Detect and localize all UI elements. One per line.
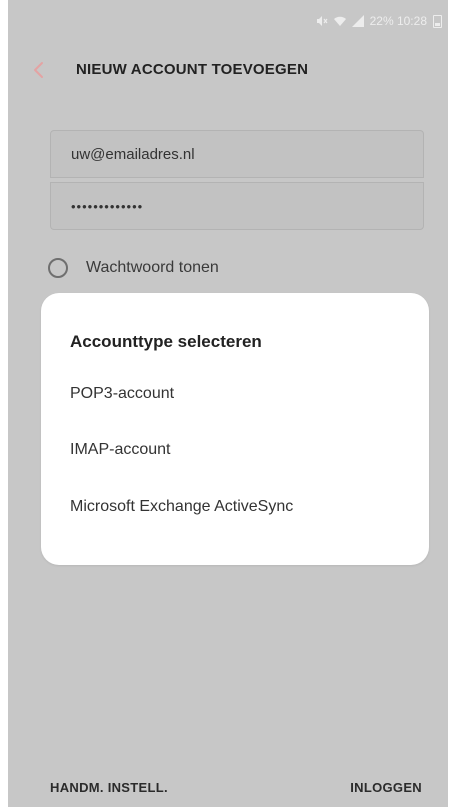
login-button[interactable]: INLOGGEN (350, 780, 422, 795)
battery-icon (433, 14, 442, 28)
password-field[interactable]: ••••••••••••• (50, 182, 424, 230)
screen: 22% 10:28 NIEUW ACCOUNT TOEVOEGEN uw@ema… (8, 0, 448, 807)
show-password-radio[interactable] (48, 258, 68, 278)
option-imap[interactable]: IMAP-account (70, 441, 170, 459)
option-pop3[interactable]: POP3-account (70, 385, 174, 403)
option-exchange-activesync[interactable]: Microsoft Exchange ActiveSync (70, 498, 293, 516)
mute-icon (316, 16, 328, 26)
email-field[interactable]: uw@emailadres.nl (50, 130, 424, 178)
status-bar: 22% 10:28 (8, 0, 448, 40)
email-value: uw@emailadres.nl (71, 145, 195, 163)
status-text: 22% 10:28 (369, 14, 427, 28)
account-type-dialog: Accounttype selecteren POP3-account IMAP… (41, 293, 429, 565)
chevron-left-icon[interactable] (30, 60, 50, 80)
phone-frame: 22% 10:28 NIEUW ACCOUNT TOEVOEGEN uw@ema… (0, 0, 457, 807)
page-title: NIEUW ACCOUNT TOEVOEGEN (76, 61, 309, 78)
signal-icon (351, 15, 364, 27)
show-password-label: Wachtwoord tonen (86, 259, 219, 276)
status-icons: 22% 10:28 (316, 14, 442, 28)
bottom-bar: HANDM. INSTELL. INLOGGEN (8, 760, 448, 807)
manual-setup-button[interactable]: HANDM. INSTELL. (50, 780, 168, 795)
app-header: NIEUW ACCOUNT TOEVOEGEN (8, 40, 448, 100)
show-password-toggle[interactable]: Wachtwoord tonen (48, 258, 219, 278)
wifi-icon (333, 16, 346, 26)
dialog-title: Accounttype selecteren (70, 332, 262, 351)
password-value: ••••••••••••• (71, 198, 144, 214)
